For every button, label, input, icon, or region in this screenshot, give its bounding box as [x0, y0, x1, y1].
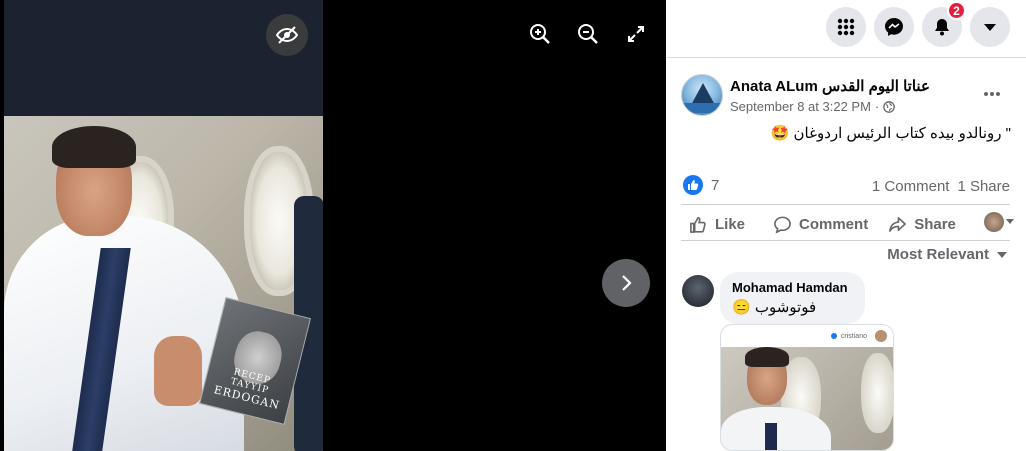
like-label: Like	[715, 215, 746, 233]
person-hair	[52, 126, 136, 168]
commenter-avatar[interactable]	[682, 275, 714, 307]
post-meta: September 8 at 3:22 PM ·	[730, 99, 896, 114]
globe-icon	[883, 100, 896, 113]
messenger-icon	[885, 18, 903, 36]
hide-tags-button[interactable]	[266, 14, 308, 56]
share-button[interactable]: Share	[888, 215, 956, 234]
divider	[681, 240, 1010, 241]
post-actions: Like Comment Share	[681, 210, 1016, 238]
eye-off-icon	[275, 26, 299, 44]
comment-image-photo	[721, 347, 893, 450]
menu-grid-icon	[837, 18, 855, 36]
meta-separator: ·	[874, 99, 880, 114]
zoom-out-button[interactable]	[572, 18, 604, 50]
post-date[interactable]: September 8 at 3:22 PM	[730, 99, 871, 114]
post-author[interactable]: Anata ALum عناتا اليوم القدس	[730, 77, 930, 95]
react-as-avatar[interactable]	[984, 212, 1004, 232]
react-as-caret-icon[interactable]	[1006, 219, 1014, 224]
like-icon	[690, 216, 706, 233]
top-bar: 2	[666, 0, 1026, 58]
commenter-name[interactable]: Mohamad Hamdan	[732, 280, 853, 295]
comment-button[interactable]: Comment	[773, 215, 868, 234]
reactions-count[interactable]: 7	[711, 177, 719, 194]
comment-attached-image[interactable]: cristiano	[720, 324, 894, 451]
comments-count[interactable]: 1 Comment	[872, 178, 950, 195]
more-options-icon	[984, 92, 1000, 96]
post-options-button[interactable]	[976, 82, 1008, 106]
notifications-badge: 2	[947, 1, 966, 20]
account-menu-button[interactable]	[970, 7, 1010, 47]
notifications-button[interactable]: 2	[922, 1, 966, 47]
post-panel: 2 Anata ALum عناتا اليوم القدس September…	[666, 0, 1026, 451]
next-photo-button[interactable]	[602, 259, 650, 307]
thumbs-up-hand	[154, 336, 202, 406]
reactions-summary[interactable]: 7	[683, 175, 719, 195]
zoom-in-button[interactable]	[524, 18, 556, 50]
avatar-logo-shape	[691, 83, 715, 105]
chevron-right-icon	[622, 275, 632, 291]
avatar-logo-band	[682, 103, 722, 113]
verified-dot-icon	[830, 333, 837, 339]
comment-text: فوتوشوب 😑	[732, 299, 817, 316]
comment-image-account: cristiano	[840, 332, 867, 340]
post-photo[interactable]: RECEP TAYYIP ERDOGAN	[4, 116, 323, 451]
comment-icon	[774, 216, 791, 234]
zoom-in-icon	[530, 24, 550, 44]
messenger-button[interactable]	[874, 7, 914, 47]
menu-button[interactable]	[826, 7, 866, 47]
comment-bubble: Mohamad Hamdan فوتوشوب 😑	[720, 272, 865, 324]
account-caret-icon	[984, 24, 996, 31]
comment-sort-label: Most Relevant	[887, 246, 989, 263]
divider	[681, 204, 1010, 205]
expand-icon	[628, 26, 644, 42]
photo-viewer: RECEP TAYYIP ERDOGAN	[0, 0, 666, 451]
comment-sort-button[interactable]: Most Relevant	[887, 246, 1008, 263]
engagement-counts: 1 Comment 1 Share	[872, 178, 1010, 195]
zoom-out-icon	[578, 24, 598, 44]
share-icon	[889, 216, 907, 232]
shares-count[interactable]: 1 Share	[957, 178, 1010, 195]
like-button[interactable]: Like	[689, 215, 745, 234]
comment-image-header: cristiano	[721, 325, 893, 347]
notifications-bell-icon	[935, 19, 949, 36]
page-avatar[interactable]	[681, 74, 723, 116]
share-label: Share	[914, 215, 956, 233]
fullscreen-button[interactable]	[620, 18, 652, 50]
chevron-down-icon	[997, 251, 1007, 258]
comment-image-avatar	[875, 330, 887, 342]
post-text: " رونالدو بيده كتاب الرئيس اردوغان 🤩	[770, 125, 1011, 142]
comment-label: Comment	[799, 215, 869, 233]
like-reaction-icon	[683, 175, 703, 195]
